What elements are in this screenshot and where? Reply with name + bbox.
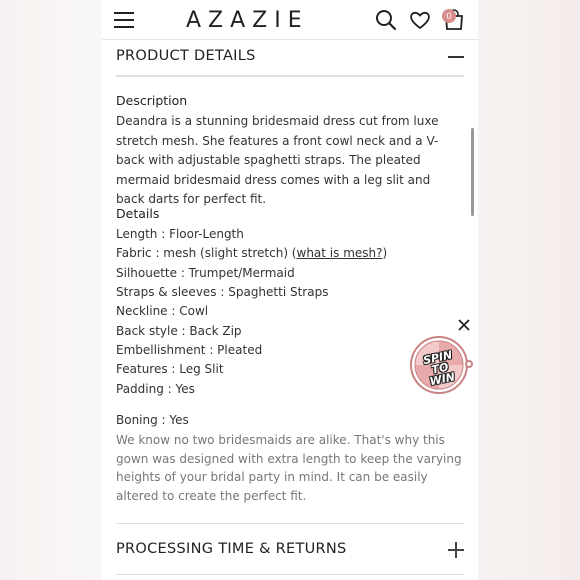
top-navigation-bar: AZAZIE 0	[102, 0, 478, 40]
collapse-minus-icon[interactable]	[448, 56, 464, 58]
detail-embellishment: Embellishment : Pleated	[116, 343, 263, 357]
product-page: AZAZIE 0 PRODUCT DETAILS Description Dea…	[102, 0, 478, 580]
brand-logo[interactable]: AZAZIE	[186, 8, 326, 33]
wheel-pointer-icon	[465, 360, 473, 368]
product-details-header[interactable]: PRODUCT DETAILS	[116, 40, 464, 76]
detail-silhouette: Silhouette : Trumpet/Mermaid	[116, 266, 295, 280]
detail-features: Features : Leg Slit	[116, 362, 224, 376]
divider	[116, 523, 464, 524]
detail-back-style: Back style : Back Zip	[116, 324, 242, 338]
description-label: Description	[116, 93, 188, 108]
search-icon[interactable]	[374, 8, 398, 32]
divider	[116, 574, 464, 575]
detail-neckline: Neckline : Cowl	[116, 304, 209, 318]
cart-count-badge: 0	[442, 9, 456, 23]
divider	[116, 76, 464, 77]
scrollbar[interactable]	[471, 128, 474, 216]
fit-note-text: We know no two bridesmaids are alike. Th…	[116, 433, 462, 503]
description-text: Deandra is a stunning bridesmaid dress c…	[116, 114, 439, 206]
detail-boning: Boning : Yes	[116, 413, 189, 427]
close-icon[interactable]	[457, 318, 471, 332]
detail-length: Length : Floor-Length	[116, 227, 244, 241]
processing-returns-header[interactable]: PROCESSING TIME & RETURNS	[116, 532, 464, 568]
detail-fabric-close: )	[382, 246, 388, 260]
details-label: Details	[116, 206, 160, 221]
processing-returns-title: PROCESSING TIME & RETURNS	[116, 541, 347, 557]
detail-straps: Straps & sleeves : Spaghetti Straps	[116, 285, 329, 299]
heart-icon[interactable]	[408, 8, 432, 32]
expand-plus-icon-vertical	[455, 542, 457, 558]
what-is-mesh-link[interactable]: what is mesh?	[297, 246, 383, 260]
detail-fabric: Fabric : mesh (slight stretch) (what is …	[116, 246, 387, 260]
spin-to-win-button[interactable]: SPIN TO WIN	[410, 336, 473, 394]
hamburger-menu-icon[interactable]	[114, 12, 134, 28]
detail-padding: Padding : Yes	[116, 382, 195, 396]
detail-fabric-text: Fabric : mesh (slight stretch) (	[116, 246, 297, 260]
product-details-title: PRODUCT DETAILS	[116, 48, 256, 64]
